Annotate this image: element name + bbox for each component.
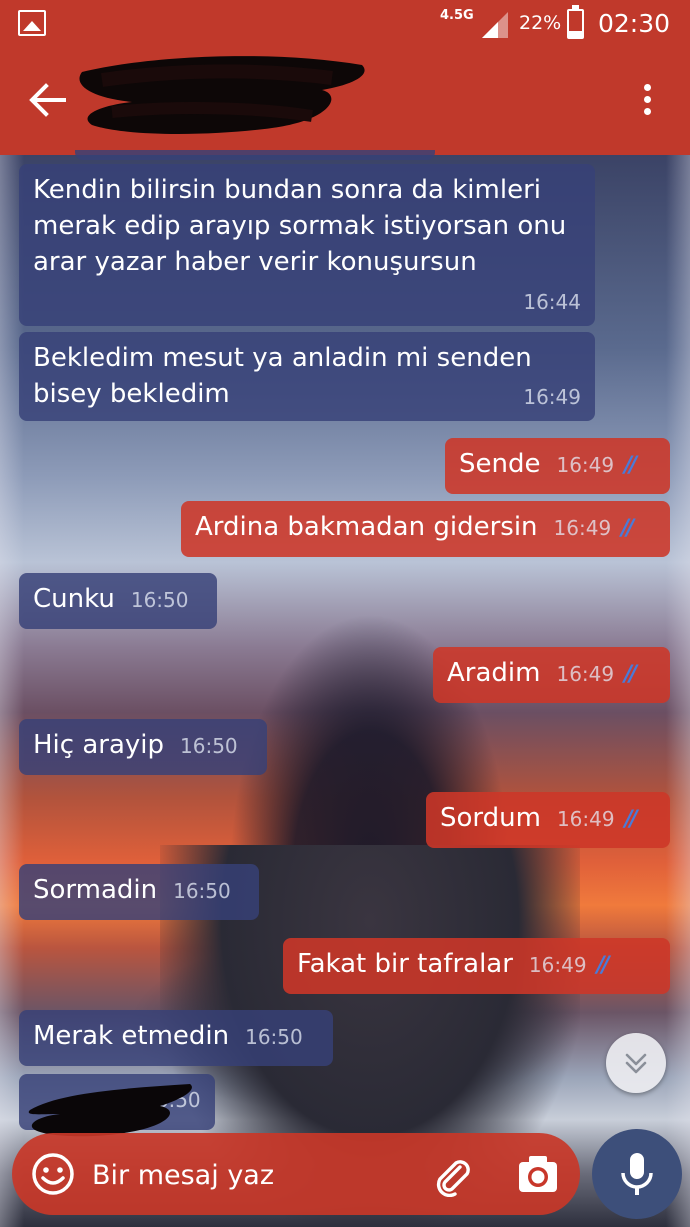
- battery-percent: 22%: [519, 12, 562, 34]
- message-text: Bekledim mesut ya anladin mi senden bise…: [33, 343, 540, 409]
- message-bubble-incoming[interactable]: Merak etmedin 16:50: [19, 1010, 333, 1066]
- message-time: 16:49: [528, 953, 587, 977]
- message-bubble-incoming[interactable]: Kendin bilirsin bundan sonra da kimleri …: [19, 164, 595, 326]
- message-text: Fakat bir tafralar: [297, 949, 513, 979]
- message-bubble-incoming[interactable]: Bekledim mesut ya anladin mi senden bise…: [19, 332, 595, 421]
- chevrons-down-icon: [625, 1053, 647, 1074]
- message-time: 16:49: [556, 453, 615, 477]
- arrow-left-icon[interactable]: [28, 82, 68, 118]
- gallery-notification-icon: [18, 10, 46, 36]
- message-text: Sormadin: [33, 875, 158, 905]
- message-time: 16:49: [556, 662, 615, 686]
- message-text: Cunku: [33, 584, 115, 614]
- message-time: 16:50: [173, 879, 231, 903]
- message-time: 16:50: [245, 1025, 303, 1049]
- read-ticks-icon: //: [624, 453, 637, 478]
- read-ticks-icon: //: [624, 662, 637, 687]
- message-bubble-outgoing[interactable]: Ardina bakmadan gidersin 16:49 //: [181, 501, 670, 557]
- message-time: 16:49: [553, 516, 612, 540]
- message-text: Merak etmedin: [33, 1021, 230, 1051]
- message-text: Sende: [459, 449, 541, 479]
- message-text: Kendin bilirsin bundan sonra da kimleri …: [33, 175, 575, 277]
- contact-name-redacted[interactable]: [72, 50, 372, 145]
- network-type: 4.5G: [440, 8, 474, 23]
- message-bubble-outgoing[interactable]: Aradim 16:49 //: [433, 647, 670, 703]
- microphone-icon: [621, 1153, 653, 1195]
- message-redaction: [28, 1084, 192, 1137]
- message-time: 16:44: [523, 290, 581, 314]
- status-bar: 4.5G 22% 02:30: [0, 0, 690, 50]
- message-text: Hiç arayip: [33, 730, 165, 760]
- message-time: 16:49: [556, 807, 615, 831]
- message-bubble-outgoing[interactable]: Sordum 16:49 //: [426, 792, 670, 848]
- message-text: Ardina bakmadan gidersin: [195, 512, 538, 542]
- read-ticks-icon: //: [596, 953, 610, 978]
- message-composer: [12, 1133, 580, 1215]
- read-ticks-icon: //: [621, 516, 634, 541]
- message-bubble-incoming[interactable]: Cunku 16:50: [19, 573, 217, 629]
- message-time: 16:49: [523, 385, 581, 409]
- message-text: Sordum: [440, 803, 541, 833]
- camera-icon[interactable]: [516, 1153, 560, 1195]
- paperclip-icon[interactable]: [430, 1153, 474, 1197]
- signal-icon: [482, 12, 508, 38]
- message-bubble-outgoing[interactable]: Fakat bir tafralar 16:49 //: [283, 938, 670, 994]
- scroll-to-bottom-button[interactable]: [606, 1033, 666, 1093]
- message-input[interactable]: [92, 1155, 392, 1195]
- message-text: Aradim: [447, 658, 541, 688]
- microphone-button[interactable]: [592, 1129, 682, 1219]
- message-bubble-incoming[interactable]: Sormadin 16:50: [19, 864, 259, 920]
- message-bubble-incoming[interactable]: Hiç arayip 16:50: [19, 719, 267, 775]
- previous-message-edge: [75, 150, 435, 160]
- message-bubble-outgoing[interactable]: Sende 16:49 //: [445, 438, 670, 494]
- read-ticks-icon: //: [624, 807, 638, 832]
- message-time: 16:50: [130, 588, 189, 612]
- chat-header: [0, 50, 690, 155]
- emoji-icon[interactable]: [30, 1151, 76, 1197]
- more-vert-icon[interactable]: [632, 80, 662, 124]
- message-time: 16:50: [180, 734, 238, 758]
- clock: 02:30: [598, 9, 671, 38]
- battery-icon: [567, 5, 584, 39]
